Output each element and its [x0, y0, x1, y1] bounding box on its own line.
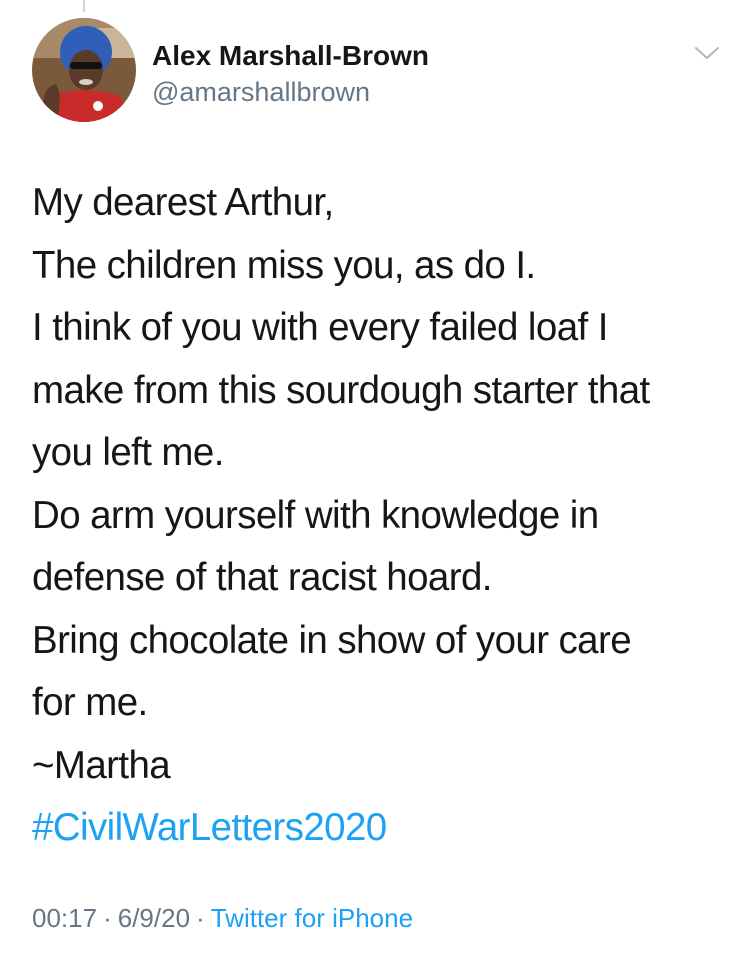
tweet-date[interactable]: 6/9/20: [118, 903, 190, 933]
tweet-line: defense of that racist hoard.: [32, 556, 492, 599]
hashtag-link[interactable]: #CivilWarLetters2020: [32, 797, 722, 860]
tweet-line: I think of you with every failed loaf I: [32, 306, 608, 349]
tweet-header: Alex Marshall-Brown @amarshallbrown: [32, 18, 732, 128]
avatar-photo: [32, 18, 136, 122]
tweet-source-link[interactable]: Twitter for iPhone: [211, 903, 413, 933]
tweet-line: The children miss you, as do I.: [32, 243, 536, 287]
tweet-line: make from this sourdough starter that: [32, 368, 650, 412]
author-names: Alex Marshall-Brown @amarshallbrown: [152, 38, 429, 110]
tweet-time[interactable]: 00:17: [32, 903, 97, 933]
thread-connector-line: [83, 0, 85, 12]
tweet-line: for me.: [32, 681, 148, 724]
chevron-down-icon[interactable]: [692, 42, 722, 64]
separator-dot: ·: [196, 903, 205, 933]
tweet-metadata: 00:17 · 6/9/20 · Twitter for iPhone: [32, 898, 413, 938]
tweet-line: My dearest Arthur,: [32, 181, 334, 224]
tweet-line: ~Martha: [32, 743, 171, 787]
tweet-line: you left me.: [32, 431, 224, 474]
avatar[interactable]: [32, 18, 136, 122]
tweet-line: Do arm yourself with knowledge in: [32, 493, 599, 537]
tweet-body: My dearest Arthur, The children miss you…: [32, 172, 722, 860]
author-display-name[interactable]: Alex Marshall-Brown: [152, 38, 429, 74]
tweet-line: Bring chocolate in show of your care: [32, 618, 632, 662]
separator-dot: ·: [103, 903, 112, 933]
author-handle[interactable]: @amarshallbrown: [152, 74, 429, 110]
